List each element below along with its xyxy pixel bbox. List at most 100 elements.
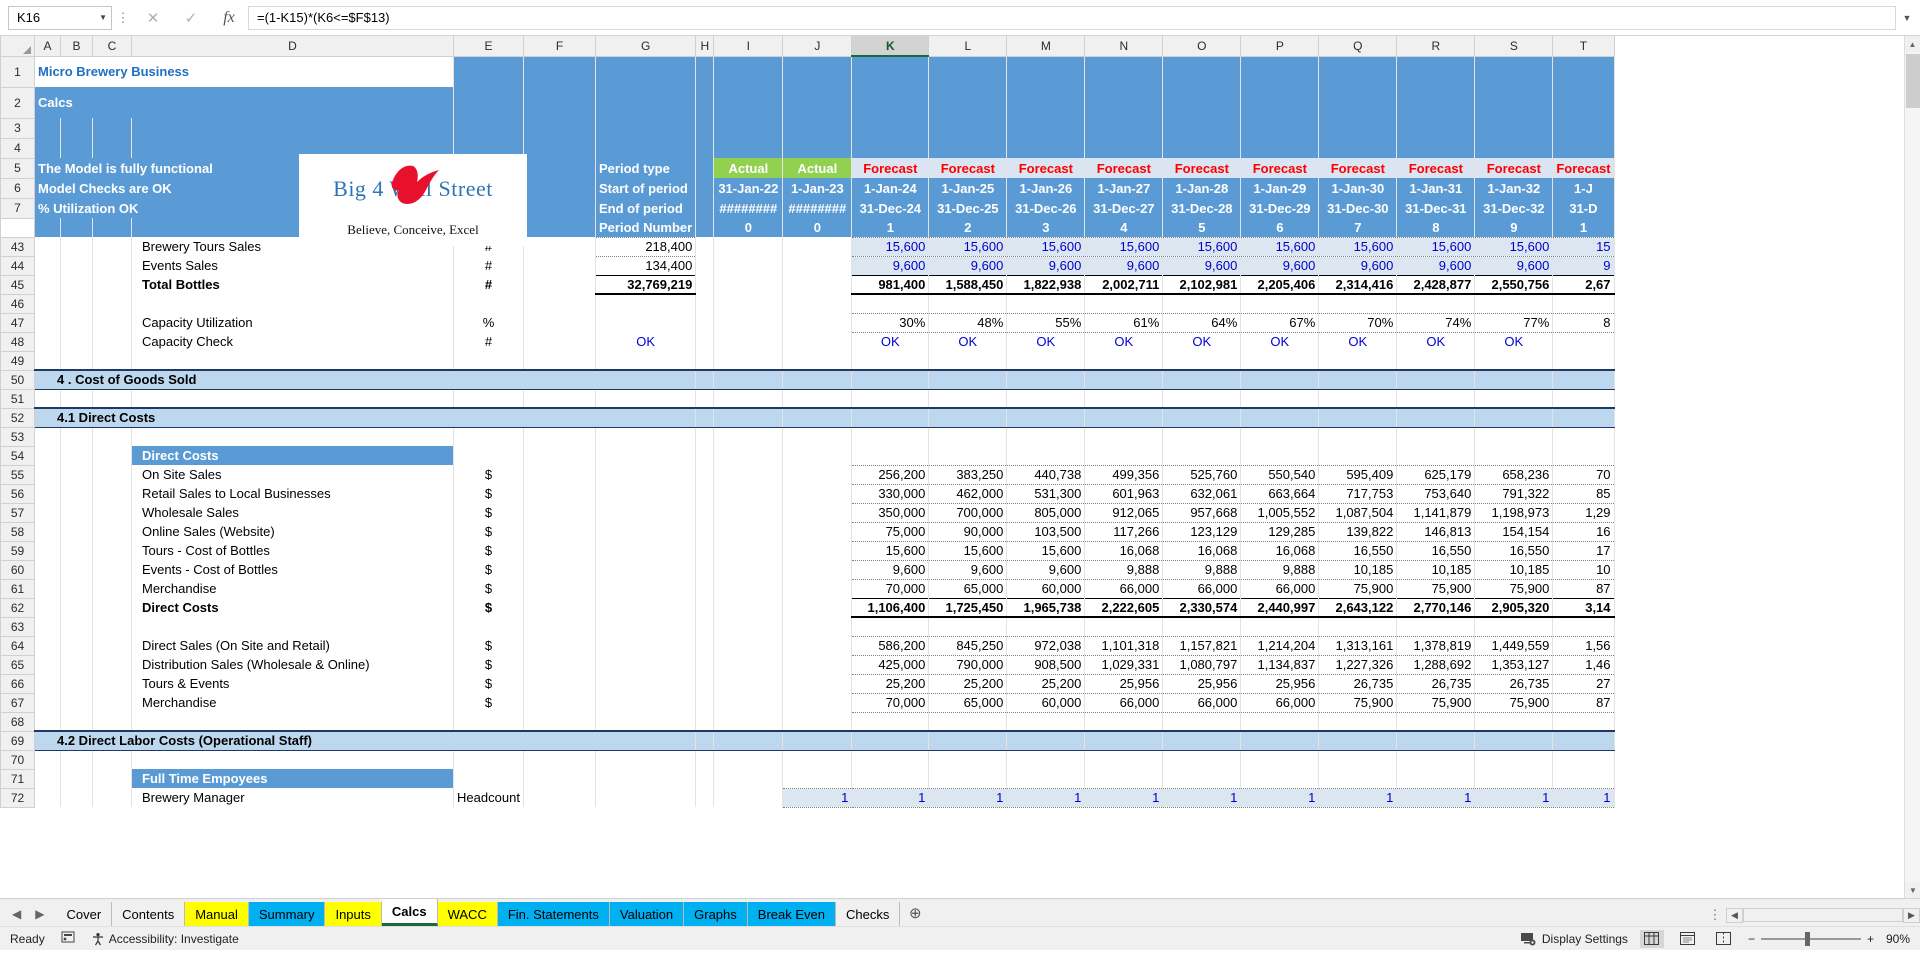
cell-blank[interactable] <box>695 407 715 428</box>
sheet-tab-checks[interactable]: Checks <box>835 902 901 926</box>
cell-blank[interactable] <box>928 427 1008 446</box>
period-number-cell[interactable]: 4 <box>1084 218 1164 237</box>
cell-blank[interactable] <box>695 138 715 158</box>
data-cell[interactable] <box>782 313 853 332</box>
row-unit[interactable]: # <box>453 332 524 351</box>
cell-blank[interactable] <box>928 389 1008 408</box>
cell-blank[interactable] <box>92 332 132 351</box>
cell-blank[interactable] <box>713 369 784 390</box>
cell-blank[interactable] <box>1318 750 1398 769</box>
period-cell[interactable]: 1-Jan-29 <box>1240 178 1320 198</box>
normal-view-icon[interactable] <box>1639 929 1664 948</box>
table-row[interactable]: 48 Capacity Check # OK OK OK OK OK OK OK OK OK OK <box>0 331 1615 352</box>
cell-blank[interactable] <box>851 294 930 313</box>
column-header-n[interactable]: N <box>1084 36 1164 57</box>
cell-blank[interactable] <box>60 389 93 408</box>
cell-blank[interactable] <box>713 617 784 636</box>
cell-blank[interactable] <box>60 256 93 275</box>
cell-blank[interactable] <box>131 750 454 769</box>
data-cell[interactable]: 625,179 <box>1396 464 1476 485</box>
table-row[interactable]: 70 <box>0 749 1615 770</box>
data-cell[interactable]: 1,46 <box>1552 654 1615 675</box>
cell-blank[interactable] <box>928 118 1008 138</box>
cell-blank[interactable] <box>131 389 454 408</box>
row-total[interactable]: 134,400 <box>594 255 697 276</box>
cell-blank[interactable] <box>60 655 93 674</box>
data-cell[interactable]: 1,106,400 <box>851 597 930 618</box>
data-cell[interactable]: 16,550 <box>1474 540 1554 561</box>
cell-blank[interactable] <box>1318 389 1398 408</box>
period-cell[interactable]: 31-Dec-30 <box>1318 198 1398 218</box>
cell-blank[interactable] <box>1084 769 1164 788</box>
data-cell[interactable]: 25,956 <box>1162 673 1242 694</box>
cell-blank[interactable] <box>92 712 132 731</box>
data-cell[interactable]: OK <box>1006 332 1086 351</box>
table-row[interactable]: 71 Full Time Empoyees <box>0 768 1615 789</box>
row-header-45[interactable]: 45 <box>0 274 35 295</box>
data-cell[interactable]: 15,600 <box>1006 540 1086 561</box>
cell-blank[interactable] <box>523 313 596 332</box>
cell-blank[interactable] <box>1474 294 1554 313</box>
cell-blank[interactable] <box>695 655 715 674</box>
cell-blank[interactable] <box>782 617 853 636</box>
cell-blank[interactable] <box>928 407 1008 428</box>
cell-blank[interactable] <box>60 465 93 484</box>
cell-blank[interactable] <box>92 446 132 465</box>
sheet-tab-summary[interactable]: Summary <box>248 902 326 926</box>
data-cell[interactable]: OK <box>1396 332 1476 351</box>
cell-blank[interactable] <box>1162 617 1242 636</box>
cell-blank[interactable] <box>60 118 93 138</box>
cell-blank[interactable] <box>1084 138 1164 158</box>
cell-blank[interactable] <box>1006 427 1086 446</box>
cell-blank[interactable] <box>1396 138 1476 158</box>
table-row[interactable]: 64 Direct Sales (On Site and Retail) $586,… <box>0 635 1615 656</box>
data-cell[interactable]: 601,963 <box>1084 483 1164 504</box>
cell-blank[interactable] <box>1552 87 1615 118</box>
data-cell[interactable]: 1,449,559 <box>1474 635 1554 656</box>
cell-blank[interactable] <box>523 693 596 712</box>
record-macro-icon[interactable] <box>61 930 75 947</box>
row-unit[interactable]: $ <box>453 598 524 617</box>
period-cell[interactable]: 31-Dec-25 <box>928 198 1008 218</box>
cell-blank[interactable] <box>60 237 93 256</box>
data-cell[interactable]: 1 <box>928 787 1008 808</box>
period-cell[interactable]: Forecast <box>1552 158 1615 178</box>
cell-blank[interactable] <box>595 617 697 636</box>
data-cell[interactable]: 845,250 <box>928 635 1008 656</box>
cell-blank[interactable] <box>60 294 93 313</box>
data-cell[interactable]: 663,664 <box>1240 483 1320 504</box>
row-unit[interactable]: $ <box>453 655 524 674</box>
data-cell[interactable]: 1 <box>1396 787 1476 808</box>
cell-blank[interactable] <box>34 788 61 807</box>
row-header-59[interactable]: 59 <box>0 540 35 561</box>
cell-blank[interactable] <box>523 465 596 484</box>
data-cell[interactable]: 16,550 <box>1396 540 1476 561</box>
cell-blank[interactable] <box>34 465 61 484</box>
period-number-row[interactable]: Period Number 0 0 1 2 3 4 5 6 7 8 9 1 <box>1 218 1615 237</box>
title-row-1[interactable]: 1 Micro Brewery Business <box>0 55 1615 88</box>
table-row[interactable]: 52 4.1 Direct Costs <box>0 407 1615 428</box>
data-cell[interactable]: 1,56 <box>1552 635 1615 656</box>
row-total[interactable] <box>595 579 697 598</box>
row-header-50[interactable]: 50 <box>0 369 35 390</box>
cell-blank[interactable] <box>851 769 930 788</box>
row-header-58[interactable]: 58 <box>0 521 35 542</box>
cell-blank[interactable] <box>523 769 596 788</box>
cell-blank[interactable] <box>1396 712 1476 731</box>
period-cell[interactable]: 1-Jan-24 <box>851 178 930 198</box>
cell-blank[interactable] <box>928 56 1008 87</box>
cell-blank[interactable] <box>523 541 596 560</box>
data-cell[interactable]: 10,185 <box>1396 559 1476 580</box>
data-cell[interactable]: 550,540 <box>1240 464 1320 485</box>
row-header-43[interactable]: 43 <box>0 236 35 257</box>
data-cell[interactable]: 9,600 <box>851 559 930 580</box>
data-cell[interactable]: 64% <box>1162 312 1242 333</box>
period-cell[interactable]: Forecast <box>851 158 930 178</box>
period-number-cell[interactable]: 5 <box>1162 218 1242 237</box>
cell-blank[interactable] <box>782 712 853 731</box>
data-cell[interactable]: 70,000 <box>851 578 930 599</box>
column-header-r[interactable]: R <box>1396 36 1476 57</box>
hscroll-right-icon[interactable]: ▶ <box>1903 907 1920 923</box>
data-cell[interactable]: 1,087,504 <box>1318 502 1398 523</box>
data-cell[interactable] <box>713 598 784 617</box>
